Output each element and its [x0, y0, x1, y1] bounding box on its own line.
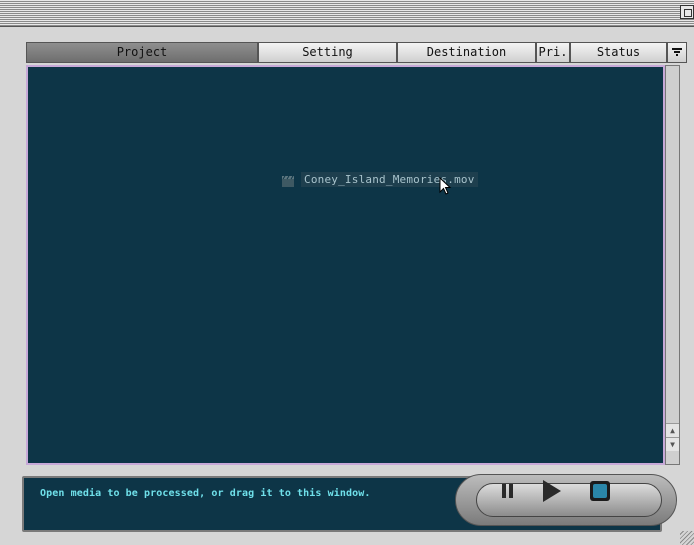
- stop-icon[interactable]: [580, 477, 620, 505]
- column-header-project[interactable]: Project: [26, 42, 258, 63]
- movie-file-icon: [281, 173, 295, 187]
- window: Project Setting Destination Pri. Status …: [0, 0, 694, 545]
- column-header-setting[interactable]: Setting: [258, 42, 397, 63]
- sort-lines-icon[interactable]: [667, 42, 687, 63]
- batch-list[interactable]: Coney_Island_Memories.mov: [26, 65, 665, 465]
- title-bar[interactable]: [0, 0, 694, 27]
- pause-icon[interactable]: [492, 477, 524, 505]
- transport-controls: [455, 474, 677, 526]
- column-header-destination[interactable]: Destination: [397, 42, 536, 63]
- vertical-scrollbar[interactable]: ▲ ▼: [665, 65, 680, 465]
- column-header-status[interactable]: Status: [570, 42, 667, 63]
- status-message: Open media to be processed, or drag it t…: [40, 488, 371, 499]
- arrow-cursor-icon: [439, 176, 453, 201]
- zoom-box-icon[interactable]: [680, 5, 694, 19]
- column-header-priority[interactable]: Pri.: [536, 42, 570, 63]
- scroll-down-arrow-icon[interactable]: ▼: [666, 437, 679, 451]
- play-icon[interactable]: [534, 477, 568, 505]
- resize-grip-icon[interactable]: [680, 531, 694, 545]
- scroll-up-arrow-icon[interactable]: ▲: [666, 423, 679, 437]
